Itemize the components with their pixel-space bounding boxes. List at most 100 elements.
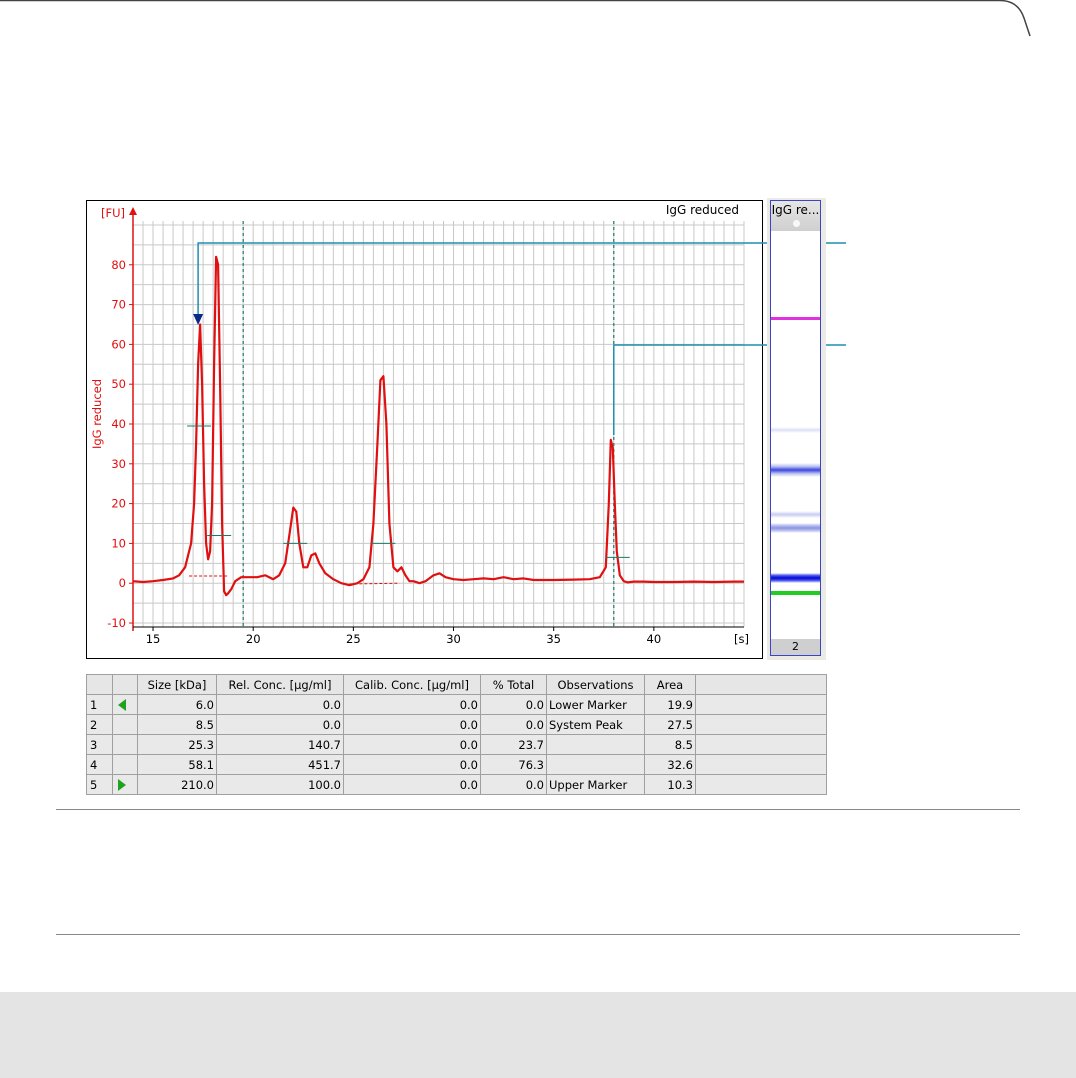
row-index: 3 [86, 734, 113, 755]
gel-well-dot [793, 220, 800, 227]
col-header-rel-conc[interactable]: Rel. Conc. [µg/ml] [216, 674, 344, 695]
col-header-observations[interactable]: Observations [546, 674, 645, 695]
cell-calib-conc: 0.0 [343, 714, 481, 735]
x-tick-label: 15 [146, 632, 161, 646]
col-header-calib-conc[interactable]: Calib. Conc. [µg/ml] [343, 674, 481, 695]
cell-observation: Upper Marker [546, 774, 645, 795]
gel-band-lower-marker [771, 591, 820, 595]
results-table-container: Size [kDa] Rel. Conc. [µg/ml] Calib. Con… [86, 674, 827, 795]
cell-size: 8.5 [137, 714, 217, 735]
gel-lane[interactable]: IgG re... 2 [770, 200, 821, 656]
cell-size: 210.0 [137, 774, 217, 795]
y-tick-label: 80 [111, 258, 126, 272]
row-marker [112, 714, 138, 735]
cell-blank [695, 774, 827, 795]
divider-top [56, 809, 1020, 810]
gel-band-faint-1 [771, 427, 820, 433]
row-index: 5 [86, 774, 113, 795]
table-row[interactable]: 5 210.0 100.0 0.0 0.0 Upper Marker 10.3 [86, 774, 827, 795]
cell-calib-conc: 0.0 [343, 694, 481, 715]
col-header-area[interactable]: Area [644, 674, 696, 695]
gel-band-faint-2 [771, 511, 820, 518]
cell-area: 8.5 [644, 734, 696, 755]
y-tick-label: 30 [111, 457, 126, 471]
gel-band-upper-marker [771, 317, 820, 320]
cell-blank [695, 754, 827, 775]
cell-area: 19.9 [644, 694, 696, 715]
row-index: 1 [86, 694, 113, 715]
col-header-index[interactable] [86, 674, 113, 695]
cell-observation: System Peak [546, 714, 645, 735]
cell-area: 10.3 [644, 774, 696, 795]
y-tick-label: 40 [111, 417, 126, 431]
y-unit-label: [FU] [101, 206, 125, 220]
gel-lane-panel: IgG re... 2 [767, 198, 826, 660]
row-marker [112, 694, 138, 715]
cell-calib-conc: 0.0 [343, 754, 481, 775]
col-header-size[interactable]: Size [kDa] [137, 674, 217, 695]
page-footer-band [0, 992, 1076, 1078]
cell-pct-total: 76.3 [480, 754, 547, 775]
row-index: 4 [86, 754, 113, 775]
col-header-marker[interactable] [112, 674, 138, 695]
lower-marker-icon [118, 699, 126, 711]
cell-blank [695, 714, 827, 735]
cell-calib-conc: 0.0 [343, 734, 481, 755]
results-table: Size [kDa] Rel. Conc. [µg/ml] Calib. Con… [86, 674, 827, 795]
gel-band-system-peak [771, 573, 820, 583]
electropherogram-frame: -10 0 10 20 30 40 50 60 70 80 15 20 25 30 35 40 [FU] IgG … [86, 200, 763, 659]
cell-observation [546, 734, 645, 755]
cell-rel-conc: 140.7 [216, 734, 344, 755]
row-marker [112, 754, 138, 775]
cell-area: 32.6 [644, 754, 696, 775]
y-tick-label: -10 [107, 616, 126, 630]
table-row[interactable]: 4 58.1 451.7 0.0 76.3 32.6 [86, 754, 827, 775]
cell-area: 27.5 [644, 714, 696, 735]
cell-rel-conc: 451.7 [216, 754, 344, 775]
cell-blank [695, 734, 827, 755]
table-row[interactable]: 1 6.0 0.0 0.0 0.0 Lower Marker 19.9 [86, 694, 827, 715]
y-axis-label: IgG reduced [90, 379, 104, 449]
col-header-pct-total[interactable]: % Total [480, 674, 547, 695]
cell-size: 25.3 [137, 734, 217, 755]
gel-lane-title: IgG re... [771, 203, 820, 217]
y-tick-label: 70 [111, 298, 126, 312]
gel-lane-header: IgG re... [771, 201, 820, 231]
x-tick-label: 35 [546, 632, 561, 646]
y-tick-label: 20 [111, 497, 126, 511]
gel-lane-number: 2 [771, 639, 820, 655]
cell-size: 6.0 [137, 694, 217, 715]
cell-rel-conc: 0.0 [216, 694, 344, 715]
cell-calib-conc: 0.0 [343, 774, 481, 795]
y-tick-label: 10 [111, 536, 126, 550]
y-axis-arrow [129, 207, 137, 215]
x-tick-label: 20 [246, 632, 261, 646]
upper-marker-icon [118, 779, 126, 791]
y-tick-label: 60 [111, 337, 126, 351]
x-tick-label: 25 [346, 632, 361, 646]
y-tick-label: 0 [119, 576, 126, 590]
electropherogram-trace [132, 255, 744, 597]
table-row[interactable]: 3 25.3 140.7 0.0 23.7 8.5 [86, 734, 827, 755]
cell-pct-total: 0.0 [480, 774, 547, 795]
page-top-rule [0, 0, 1031, 37]
table-row[interactable]: 2 8.5 0.0 0.0 0.0 System Peak 27.5 [86, 714, 827, 735]
cell-pct-total: 0.0 [480, 714, 547, 735]
gel-band-light-chain [771, 523, 820, 533]
y-tick-label: 50 [111, 377, 126, 391]
col-header-blank [695, 674, 827, 695]
cell-observation: Lower Marker [546, 694, 645, 715]
electropherogram-chart: -10 0 10 20 30 40 50 60 70 80 15 20 25 30 35 40 [FU] IgG … [90, 203, 749, 646]
cell-rel-conc: 100.0 [216, 774, 344, 795]
gel-band-heavy-chain [771, 463, 820, 477]
cell-blank [695, 694, 827, 715]
divider-bottom [56, 934, 1020, 935]
x-unit-label: [s] [734, 632, 749, 646]
cell-pct-total: 23.7 [480, 734, 547, 755]
cell-rel-conc: 0.0 [216, 714, 344, 735]
x-tick-label: 40 [647, 632, 662, 646]
x-tick-label: 30 [446, 632, 461, 646]
chart-title: IgG reduced [666, 203, 739, 217]
row-marker [112, 734, 138, 755]
row-index: 2 [86, 714, 113, 735]
